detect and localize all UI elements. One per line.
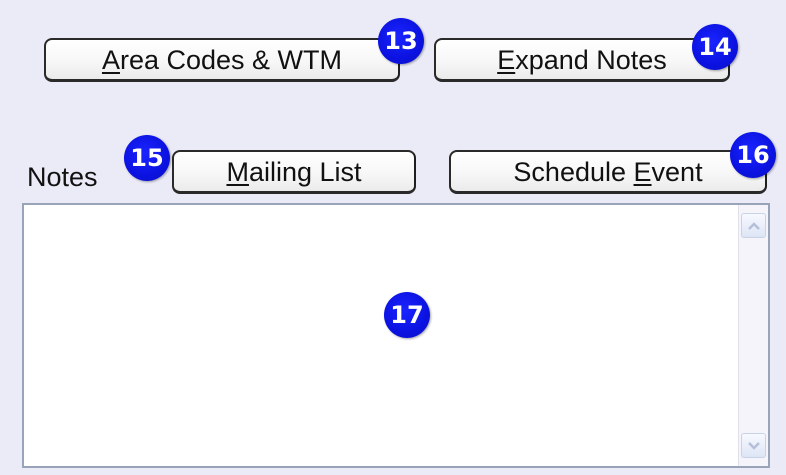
expand-notes-button[interactable]: Expand Notes xyxy=(434,38,730,82)
notes-label: Notes xyxy=(27,162,98,192)
scroll-down-button[interactable] xyxy=(741,433,766,458)
callout-badge-15: 15 xyxy=(124,135,170,181)
chevron-up-icon xyxy=(747,221,760,230)
callout-badge-13: 13 xyxy=(378,18,424,64)
callout-badge-17: 17 xyxy=(384,292,430,338)
mailing-list-button[interactable]: Mailing List xyxy=(172,150,416,194)
mailing-list-accelerator: M xyxy=(226,156,249,187)
schedule-event-accelerator: E xyxy=(633,156,652,187)
chevron-down-icon xyxy=(747,441,760,450)
area-codes-wtm-label-post: rea Codes & WTM xyxy=(119,44,343,75)
notes-panel: Area Codes & WTM Expand Notes Notes Mail… xyxy=(0,0,786,475)
schedule-event-button[interactable]: Schedule Event xyxy=(449,150,767,194)
area-codes-wtm-accelerator: A xyxy=(101,44,120,75)
callout-badge-16: 16 xyxy=(730,132,776,178)
area-codes-wtm-button[interactable]: Area Codes & WTM xyxy=(44,38,400,82)
schedule-event-label-post: vent xyxy=(651,156,703,187)
callout-badge-14: 14 xyxy=(692,24,738,70)
mailing-list-label-post: ailing List xyxy=(248,156,362,187)
scroll-up-button[interactable] xyxy=(741,213,766,238)
expand-notes-accelerator: E xyxy=(497,44,516,75)
expand-notes-label-post: xpand Notes xyxy=(515,44,667,75)
notes-scrollbar[interactable] xyxy=(738,205,768,466)
schedule-event-label-pre: Schedule xyxy=(513,156,634,187)
